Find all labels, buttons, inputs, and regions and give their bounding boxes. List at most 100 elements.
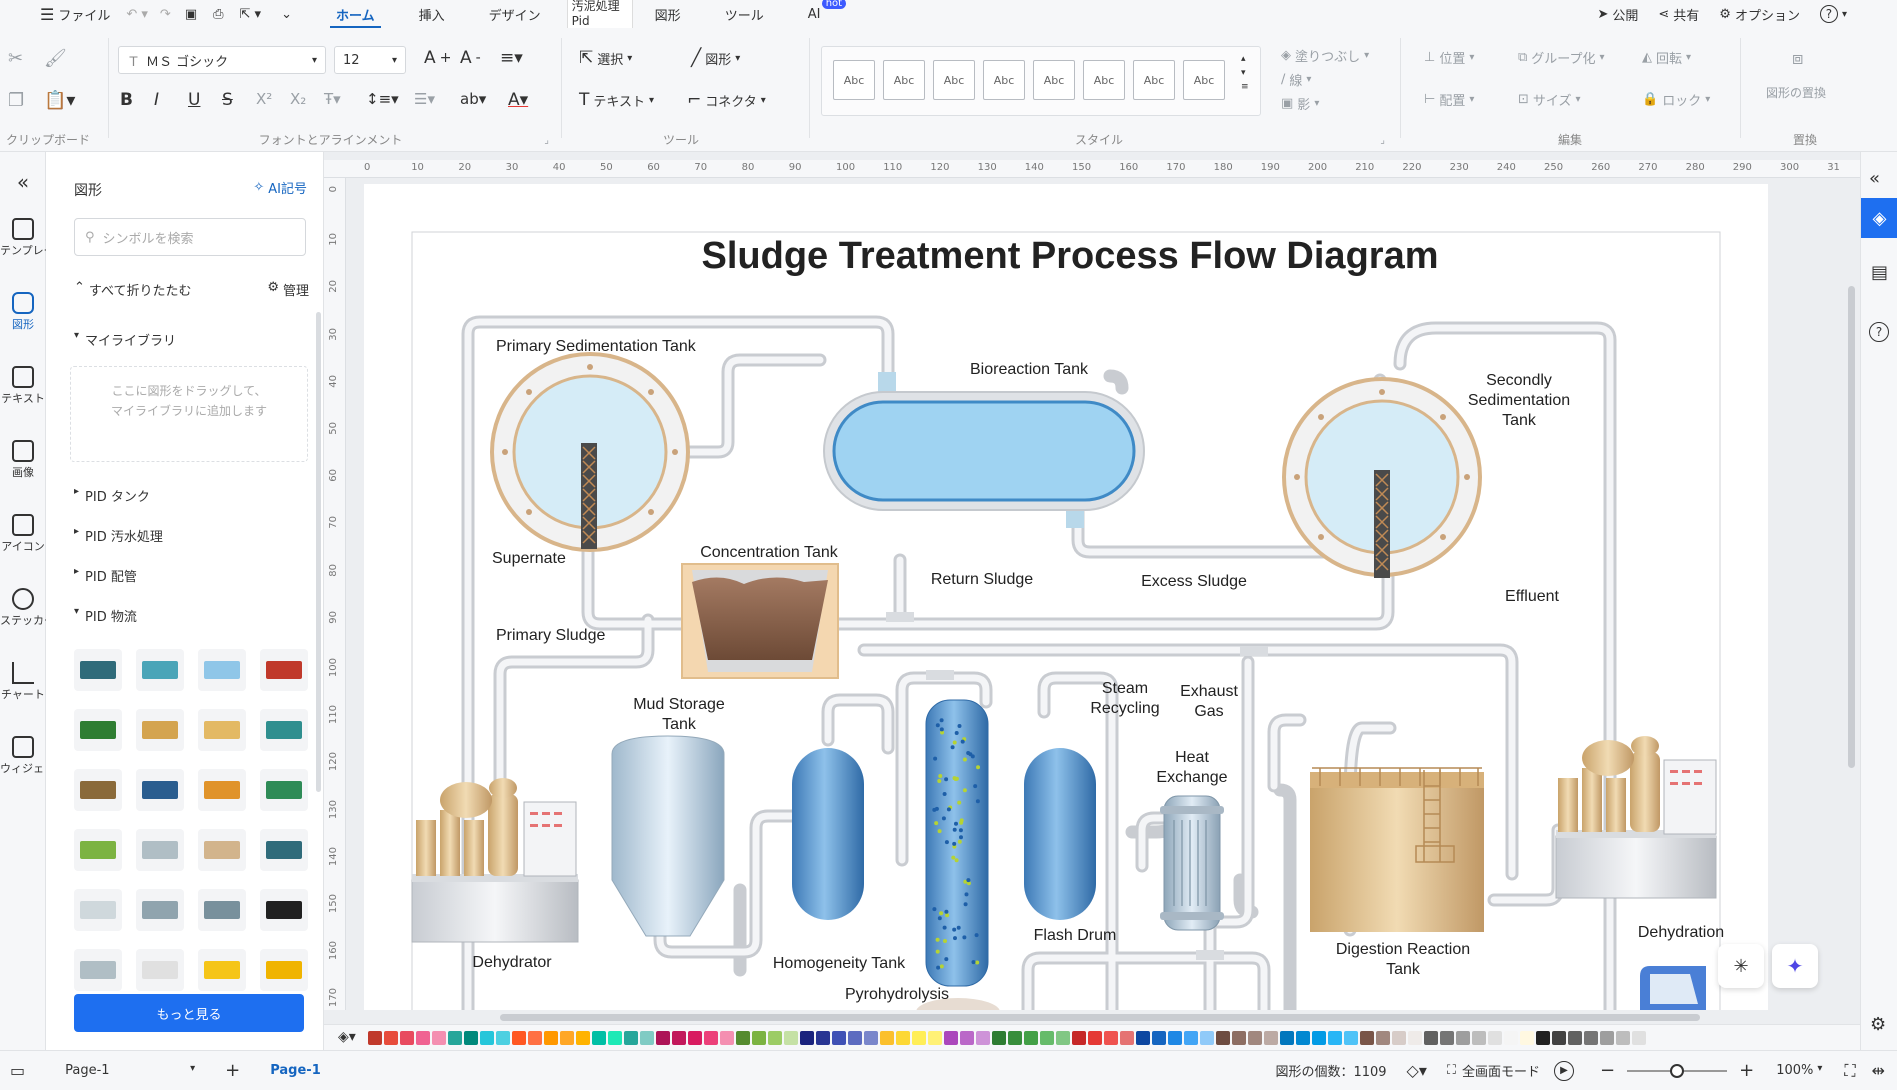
color-swatch[interactable] <box>496 1030 510 1045</box>
font-family-select[interactable]: Ｔ ＭＳ ゴシック ▾ <box>118 46 326 74</box>
color-swatch[interactable] <box>1360 1030 1374 1045</box>
group-button[interactable]: ⧉ グループ化 ▾ <box>1518 48 1605 67</box>
zoom-slider[interactable] <box>1627 1063 1728 1079</box>
tab-design[interactable]: デザイン <box>467 0 563 28</box>
collapse-nav-icon[interactable]: « <box>0 170 46 194</box>
color-swatch[interactable] <box>1232 1030 1246 1045</box>
color-swatch[interactable] <box>992 1030 1006 1045</box>
color-swatch[interactable] <box>608 1030 622 1045</box>
shape-thumbnail[interactable] <box>260 769 308 811</box>
shadow-button[interactable]: ▣ 影 ▾ <box>1281 94 1319 113</box>
color-swatch[interactable] <box>592 1030 606 1045</box>
tab-view[interactable]: 表示 汚泥処理 Pid <box>563 0 633 29</box>
digestion-reaction-tank[interactable] <box>1310 767 1484 932</box>
symbol-search-input[interactable]: ⚲ シンボルを検索 <box>74 218 306 256</box>
replace-shape-icon[interactable]: ⧈ <box>1792 48 1803 69</box>
color-swatch[interactable] <box>784 1030 798 1045</box>
style-preset[interactable]: Abc <box>1133 60 1175 100</box>
shape-thumbnail[interactable] <box>136 829 184 871</box>
label-heat-exchange-2[interactable]: Exchange <box>1156 769 1227 786</box>
color-swatch[interactable] <box>1600 1030 1614 1045</box>
shape-thumbnail[interactable] <box>74 769 122 811</box>
color-swatch[interactable] <box>672 1030 686 1045</box>
shape-button[interactable]: ╱ 図形 ▾ <box>691 48 740 68</box>
cut-icon[interactable]: ✂ <box>8 48 23 69</box>
label-steam-2[interactable]: Recycling <box>1090 700 1159 717</box>
label-effluent[interactable]: Effluent <box>1505 588 1560 605</box>
color-swatch[interactable] <box>1632 1030 1646 1045</box>
color-swatch[interactable] <box>1104 1030 1118 1045</box>
color-swatch[interactable] <box>1216 1030 1230 1045</box>
label-dehydration[interactable]: Dehydration <box>1638 924 1724 941</box>
style-preset[interactable]: Abc <box>1083 60 1125 100</box>
color-swatch[interactable] <box>384 1030 398 1045</box>
expand-panel-icon[interactable]: « <box>1869 168 1880 189</box>
shape-thumbnail[interactable] <box>74 649 122 691</box>
fit-page-icon[interactable]: ⛶ <box>1844 1061 1855 1081</box>
connector-button[interactable]: ⌐ コネクタ ▾ <box>687 90 766 110</box>
shape-thumbnail[interactable] <box>74 889 122 931</box>
color-swatch[interactable] <box>512 1030 526 1045</box>
paste-icon[interactable]: 📋▾ <box>44 90 75 111</box>
color-swatch[interactable] <box>1472 1030 1486 1045</box>
color-swatch[interactable] <box>1280 1030 1294 1045</box>
nav-icon[interactable]: アイコン <box>0 514 46 554</box>
underline-icon[interactable]: U <box>188 90 200 110</box>
style-preset[interactable]: Abc <box>933 60 975 100</box>
color-swatch[interactable] <box>1024 1030 1038 1045</box>
color-swatch[interactable] <box>1328 1030 1342 1045</box>
redo-button[interactable]: ↷ <box>154 0 177 28</box>
style-preset[interactable]: Abc <box>1183 60 1225 100</box>
color-swatch[interactable] <box>1552 1030 1566 1045</box>
options-button[interactable]: ⚙ オプション <box>1709 0 1810 28</box>
color-swatch[interactable] <box>1488 1030 1502 1045</box>
label-primary-sedimentation[interactable]: Primary Sedimentation Tank <box>496 338 697 355</box>
label-heat-exchange-1[interactable]: Heat <box>1175 749 1209 766</box>
zoom-slider-thumb[interactable] <box>1670 1063 1685 1078</box>
publish-button[interactable]: ➤ 公開 <box>1587 0 1648 28</box>
shape-thumbnail[interactable] <box>136 949 184 991</box>
export-icon[interactable]: ⇱ ▾ <box>232 0 270 28</box>
fill-button[interactable]: ◈ 塗りつぶし ▾ <box>1281 46 1369 65</box>
position-button[interactable]: ⊥ 位置 ▾ <box>1424 48 1474 67</box>
label-exhaust-1[interactable]: Exhaust <box>1180 683 1238 700</box>
color-swatch[interactable] <box>640 1030 654 1045</box>
shape-thumbnail[interactable] <box>260 829 308 871</box>
style-preset[interactable]: Abc <box>983 60 1025 100</box>
more-button[interactable]: もっと見る <box>74 994 304 1032</box>
nav-text[interactable]: テキスト <box>0 366 46 406</box>
shape-thumbnail[interactable] <box>74 829 122 871</box>
label-steam-1[interactable]: Steam <box>1102 680 1148 697</box>
color-swatch[interactable] <box>1424 1030 1438 1045</box>
shape-thumbnail[interactable] <box>136 889 184 931</box>
canvas-page[interactable]: Sludge Treatment Process Flow Diagram Pr… <box>364 184 1768 1010</box>
label-mud-storage-1[interactable]: Mud Storage <box>633 696 725 713</box>
font-color-icon[interactable]: A▾ <box>508 90 528 110</box>
file-menu[interactable]: ☰ ファイル <box>0 0 120 28</box>
color-swatch[interactable] <box>800 1030 814 1045</box>
color-swatch[interactable] <box>1392 1030 1406 1045</box>
dehydrator-left[interactable] <box>411 778 579 943</box>
nav-chart[interactable]: チャート <box>0 662 46 702</box>
strikethrough-icon[interactable]: S <box>222 90 233 110</box>
category-pid-tank[interactable]: ▸ PID タンク <box>74 486 150 505</box>
flash-drum[interactable] <box>1024 748 1096 920</box>
shape-thumbnail[interactable] <box>260 949 308 991</box>
color-swatch[interactable] <box>1408 1030 1422 1045</box>
expand-corner-icon[interactable]: ⌟ <box>1380 135 1385 146</box>
color-swatch[interactable] <box>624 1030 638 1045</box>
label-secondly-sed-3[interactable]: Tank <box>1502 412 1537 429</box>
color-swatch[interactable] <box>816 1030 830 1045</box>
text-case-icon[interactable]: Ŧ▾ <box>324 90 341 108</box>
tab-home[interactable]: ホーム <box>314 0 397 28</box>
label-digestion-2[interactable]: Tank <box>1386 961 1421 978</box>
nav-template[interactable]: テンプレート <box>0 218 46 258</box>
shape-thumbnail[interactable] <box>198 889 246 931</box>
heat-exchanger[interactable] <box>1160 795 1224 931</box>
color-swatch[interactable] <box>912 1030 926 1045</box>
color-swatch[interactable] <box>1248 1030 1262 1045</box>
shape-thumbnail[interactable] <box>136 709 184 751</box>
ai-symbol-button[interactable]: ✧ AI記号 <box>253 178 307 197</box>
nav-shapes[interactable]: 図形 <box>0 292 46 332</box>
label-supernate[interactable]: Supernate <box>492 550 566 567</box>
